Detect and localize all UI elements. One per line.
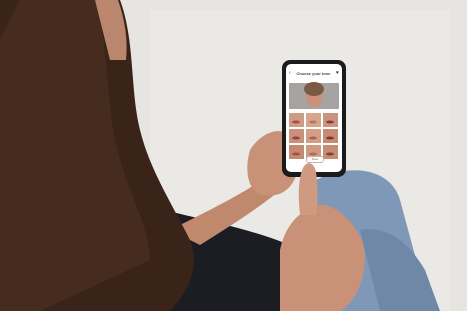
scene-illustration xyxy=(0,0,467,311)
next-button[interactable]: Next xyxy=(306,156,324,163)
app-screen: ‹ Choose your tone ♥ Next xyxy=(286,64,342,172)
app-title: Choose your tone xyxy=(296,70,331,76)
back-arrow-icon[interactable]: ‹ xyxy=(289,70,291,76)
photo-scene: ‹ Choose your tone ♥ Next xyxy=(0,0,467,311)
app-header: ‹ Choose your tone ♥ xyxy=(286,64,342,82)
heart-icon[interactable]: ♥ xyxy=(336,70,339,76)
